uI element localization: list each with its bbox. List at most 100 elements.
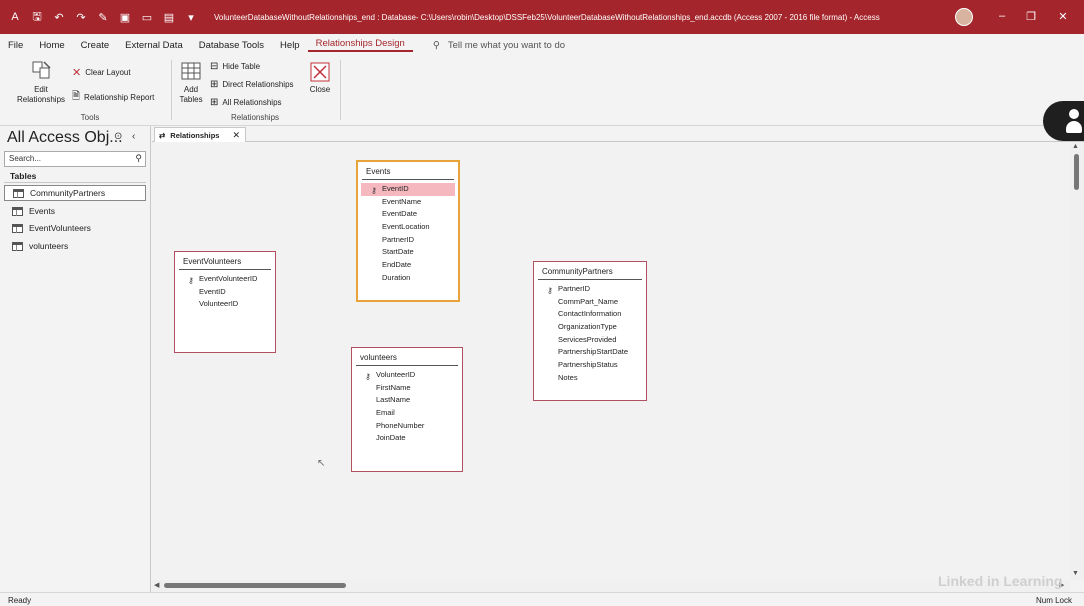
undo-icon[interactable]: ↶ xyxy=(52,11,66,24)
hide-table-button[interactable]: ⊟ Hide Table xyxy=(210,61,260,72)
field-key[interactable]: ⚷ EventID xyxy=(361,183,455,196)
nav-pane-title[interactable]: All Access Obj... xyxy=(7,129,123,147)
table-icon xyxy=(13,188,24,198)
close-tab-icon[interactable]: ✕ xyxy=(232,130,240,141)
relationships-doc-icon: ⇄ xyxy=(159,130,166,140)
field[interactable]: PhoneNumber xyxy=(352,420,462,433)
field[interactable]: EventLocation xyxy=(358,221,458,234)
nav-item-eventvolunteers[interactable]: EventVolunteers xyxy=(4,220,146,236)
nav-item-volunteers[interactable]: volunteers xyxy=(4,238,146,254)
mouse-cursor-icon: ↖ xyxy=(317,458,326,469)
clear-layout-button[interactable]: ✕ Clear Layout xyxy=(72,66,131,79)
table-box-title[interactable]: Events xyxy=(362,162,454,180)
search-icon[interactable]: ⚲ xyxy=(135,153,142,164)
vertical-scrollbar[interactable]: ▲ ▼ xyxy=(1070,142,1084,580)
minimize-button[interactable]: – xyxy=(992,10,1012,22)
horizontal-scrollbar[interactable]: ◀ ▶ xyxy=(152,580,1070,592)
scroll-left-icon[interactable]: ◀ xyxy=(154,581,159,589)
relationship-report-button[interactable]: 🗎 Relationship Report xyxy=(72,89,154,106)
tab-file[interactable]: File xyxy=(0,40,31,51)
tab-home[interactable]: Home xyxy=(31,40,72,51)
all-relationships-button[interactable]: ⊞ All Relationships xyxy=(210,97,282,108)
document-icon[interactable]: ▭ xyxy=(140,11,154,24)
table-box-volunteers[interactable]: volunteers ⚷ VolunteerID FirstName LastN… xyxy=(351,347,463,472)
table-icon xyxy=(12,223,23,233)
field[interactable]: PartnershipStartDate xyxy=(534,346,646,359)
tell-me-search[interactable]: ⚲ Tell me what you want to do xyxy=(433,40,565,51)
hide-table-label: Hide Table xyxy=(222,62,261,71)
customize-quick-access-icon[interactable]: ▾ xyxy=(184,11,198,24)
scroll-up-icon[interactable]: ▲ xyxy=(1072,143,1079,150)
save-icon[interactable]: 🖫 xyxy=(30,8,44,27)
collapse-nav-icon[interactable]: ‹ xyxy=(132,131,135,142)
status-text: Ready xyxy=(8,596,32,605)
edit-relationships-label: Edit Relationships xyxy=(16,85,66,104)
field-key[interactable]: ⚷ VolunteerID xyxy=(352,369,462,382)
table-box-title[interactable]: EventVolunteers xyxy=(179,252,271,270)
field[interactable]: Duration xyxy=(358,272,458,285)
field[interactable]: EventID xyxy=(175,286,275,299)
field[interactable]: EventName xyxy=(358,196,458,209)
field[interactable]: Notes xyxy=(534,372,646,385)
close-window-button[interactable]: ✕ xyxy=(1053,10,1073,23)
field-key[interactable]: ⚷ PartnerID xyxy=(534,283,646,296)
floating-profile-button[interactable] xyxy=(1043,101,1084,141)
direct-relationships-icon: ⊞ xyxy=(210,79,219,90)
field[interactable]: FirstName xyxy=(352,382,462,395)
clear-layout-label: Clear Layout xyxy=(85,68,131,77)
window-title: VolunteerDatabaseWithoutRelationships_en… xyxy=(214,12,880,22)
field[interactable]: EventDate xyxy=(358,208,458,221)
user-avatar[interactable] xyxy=(955,8,973,26)
add-tables-button[interactable]: Add Tables xyxy=(176,60,206,105)
tab-external-data[interactable]: External Data xyxy=(117,40,191,51)
nav-item-communitypartners[interactable]: CommunityPartners xyxy=(4,185,146,201)
field[interactable]: StartDate xyxy=(358,246,458,259)
field-key[interactable]: ⚷ EventVolunteerID xyxy=(175,273,275,286)
field[interactable]: CommPart_Name xyxy=(534,296,646,309)
form-icon[interactable]: ▤ xyxy=(162,11,176,24)
edit-relationships-icon xyxy=(32,61,51,79)
redo-icon[interactable]: ↷ xyxy=(74,11,88,24)
field[interactable]: EndDate xyxy=(358,259,458,272)
nav-item-label: EventVolunteers xyxy=(29,223,91,233)
table-box-title[interactable]: volunteers xyxy=(356,348,458,366)
edit-relationships-button[interactable]: Edit Relationships xyxy=(12,60,70,105)
all-relationships-icon: ⊞ xyxy=(210,97,219,108)
scroll-down-icon[interactable]: ▼ xyxy=(1072,570,1079,577)
table-box-communitypartners[interactable]: CommunityPartners ⚷ PartnerID CommPart_N… xyxy=(533,261,647,401)
nav-section-tables[interactable]: Tables xyxy=(4,171,146,183)
table-box-events[interactable]: Events ⚷ EventID EventName EventDate Eve… xyxy=(356,160,460,302)
nav-dropdown-icon[interactable]: ⊙ xyxy=(114,131,122,142)
field[interactable]: JoinDate xyxy=(352,432,462,445)
menu-bar: File Home Create External Data Database … xyxy=(0,34,1084,56)
tab-relationships-document[interactable]: ⇄ Relationships ✕ xyxy=(154,127,246,142)
tab-relationships-design[interactable]: Relationships Design xyxy=(307,38,413,52)
field[interactable]: PartnerID xyxy=(358,234,458,247)
field[interactable]: VolunteerID xyxy=(175,298,275,311)
field[interactable]: ServicesProvided xyxy=(534,334,646,347)
vertical-scroll-thumb[interactable] xyxy=(1074,154,1079,190)
field[interactable]: LastName xyxy=(352,394,462,407)
nav-item-events[interactable]: Events xyxy=(4,203,146,219)
field[interactable]: Email xyxy=(352,407,462,420)
view-icon[interactable]: ▣ xyxy=(118,11,132,24)
relationship-report-label: Relationship Report xyxy=(84,93,155,102)
doc-tab-label: Relationships xyxy=(170,130,220,140)
format-painter-icon[interactable]: ✎ xyxy=(96,11,110,24)
tab-database-tools[interactable]: Database Tools xyxy=(191,40,272,51)
field[interactable]: ContactInformation xyxy=(534,308,646,321)
direct-relationships-button[interactable]: ⊞ Direct Relationships xyxy=(210,79,294,90)
table-box-eventvolunteers[interactable]: EventVolunteers ⚷ EventVolunteerID Event… xyxy=(174,251,276,353)
field[interactable]: OrganizationType xyxy=(534,321,646,334)
restore-button[interactable]: ❐ xyxy=(1021,10,1041,23)
nav-search-input[interactable]: Search... ⚲ xyxy=(4,151,146,167)
lightbulb-icon: ⚲ xyxy=(432,39,440,51)
tab-help[interactable]: Help xyxy=(272,40,308,51)
horizontal-scroll-thumb[interactable] xyxy=(164,583,346,588)
table-box-title[interactable]: CommunityPartners xyxy=(538,262,642,280)
field[interactable]: PartnershipStatus xyxy=(534,359,646,372)
navigation-pane: All Access Obj... ⊙ ‹ Search... ⚲ Tables… xyxy=(0,126,151,592)
tab-create[interactable]: Create xyxy=(73,40,118,51)
close-relationships-button[interactable]: Close xyxy=(306,62,334,95)
tools-group-label: Tools xyxy=(80,113,100,122)
